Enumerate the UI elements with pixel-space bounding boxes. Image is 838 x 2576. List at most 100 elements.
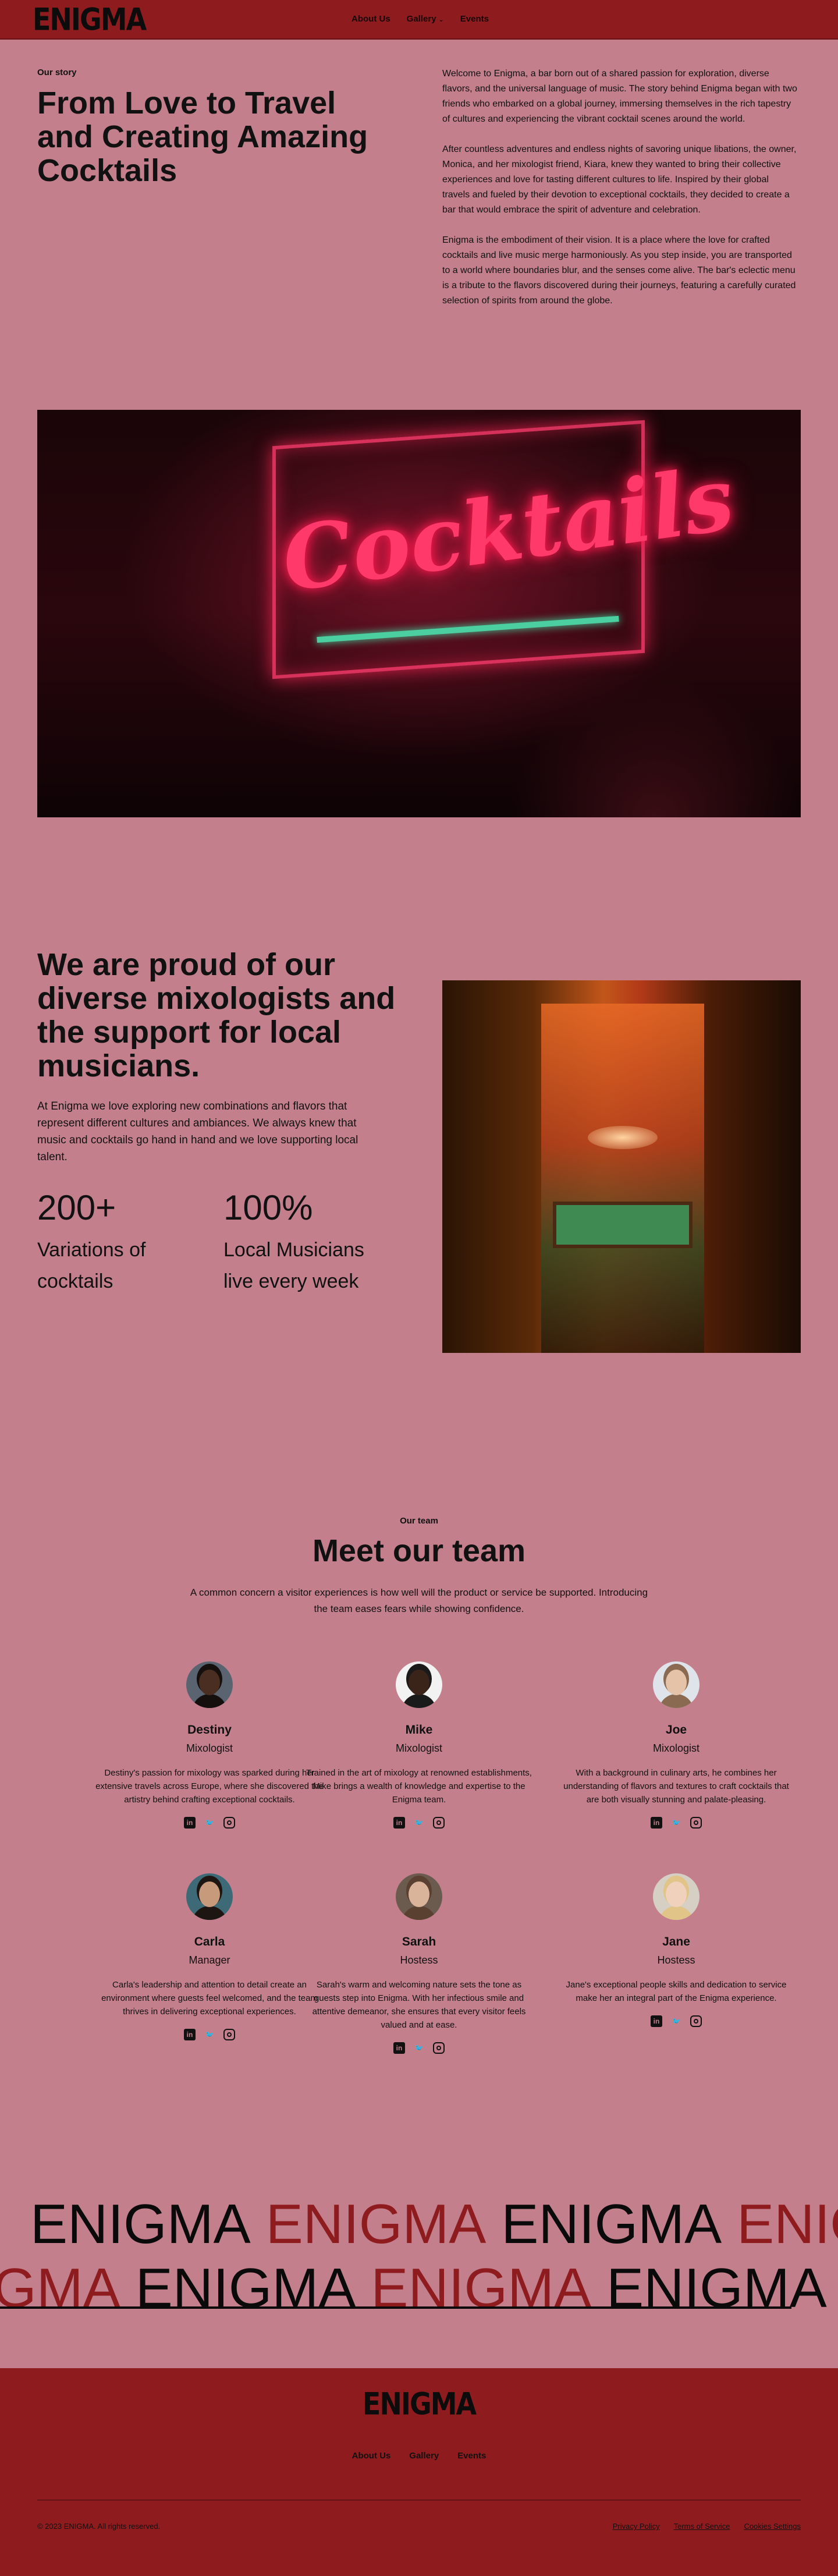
marquee-track: ENIGMAENIGMAENIGMAENIGMAENIGMAENIGMA xyxy=(30,2192,838,2256)
instagram-icon[interactable] xyxy=(690,1817,702,1829)
member-role: Mixologist xyxy=(395,1742,443,1754)
member-role: Hostess xyxy=(657,1954,695,1966)
stat-number: 100% xyxy=(223,1188,313,1227)
stat-number: 200+ xyxy=(37,1188,116,1227)
nav-link-gallery-label: Gallery xyxy=(406,14,436,24)
member-social-links: in 🐦 xyxy=(303,1817,535,1829)
stat-local-musicians: 100% Local Musicians live every week xyxy=(223,1188,398,1297)
member-role: Mixologist xyxy=(186,1742,233,1754)
team-description: A common concern a visitor experiences i… xyxy=(190,1587,648,1614)
member-role: Mixologist xyxy=(652,1742,700,1754)
avatar xyxy=(396,1873,442,1920)
proud-section-text: At Enigma we love exploring new combinat… xyxy=(37,1100,358,1163)
proud-section-title: We are proud of our diverse mixologists … xyxy=(37,947,396,1083)
twitter-icon[interactable]: 🐦 xyxy=(413,1817,425,1829)
linkedin-icon[interactable]: in xyxy=(393,2042,405,2054)
story-eyebrow: Our story xyxy=(37,68,77,77)
member-name: Mike xyxy=(405,1723,433,1737)
pool-table xyxy=(553,1202,693,1248)
avatar-bust xyxy=(402,1694,436,1708)
team-member-card: Carla Manager Carla's leadership and atten… xyxy=(93,1873,326,2040)
marquee-word: ENIGMA xyxy=(501,2193,722,2255)
avatar-face xyxy=(409,1881,429,1907)
member-bio: Carla's leadership and attention to deta… xyxy=(101,1980,318,2017)
footer-link-gallery[interactable]: Gallery xyxy=(409,2451,439,2461)
member-name: Sarah xyxy=(402,1935,436,1948)
stat-label: Local Musicians live every week xyxy=(223,1239,364,1292)
story-text: Welcome to Enigma, a bar born out of a s… xyxy=(442,66,797,324)
marquee-strike-line xyxy=(0,2306,791,2309)
avatar-face xyxy=(199,1881,220,1907)
linkedin-icon[interactable]: in xyxy=(184,2029,196,2040)
avatar-face xyxy=(666,1670,687,1695)
marquee-row-2: ENIGMAENIGMAENIGMAENIGMAENIGMAENIGMA xyxy=(0,2256,838,2320)
marquee-word: ENIGMA xyxy=(606,2257,827,2319)
linkedin-icon[interactable]: in xyxy=(393,1817,405,1829)
terms-of-service-link[interactable]: Terms of Service xyxy=(674,2522,730,2531)
linkedin-icon[interactable]: in xyxy=(651,2015,662,2027)
avatar xyxy=(186,1873,233,1920)
cookies-settings-link[interactable]: Cookies Settings xyxy=(744,2522,801,2531)
member-social-links: in 🐦 xyxy=(303,2042,535,2054)
avatar xyxy=(396,1661,442,1708)
twitter-icon[interactable]: 🐦 xyxy=(670,2015,682,2027)
member-social-links: in 🐦 xyxy=(560,1817,793,1829)
twitter-icon[interactable]: 🐦 xyxy=(670,1817,682,1829)
linkedin-icon[interactable]: in xyxy=(651,1817,662,1829)
stat-label: Variations of cocktails xyxy=(37,1239,146,1292)
member-bio: Destiny's passion for mixology was spark… xyxy=(95,1768,324,1805)
story-paragraph: Enigma is the embodiment of their vision… xyxy=(442,235,796,306)
member-name: Carla xyxy=(194,1935,225,1948)
privacy-policy-link[interactable]: Privacy Policy xyxy=(613,2522,660,2531)
member-bio: With a background in culinary arts, he c… xyxy=(563,1768,789,1805)
marquee-row-1: ENIGMAENIGMAENIGMAENIGMAENIGMAENIGMA xyxy=(0,2192,838,2256)
twitter-icon[interactable]: 🐦 xyxy=(204,2029,215,2040)
avatar-face xyxy=(666,1881,687,1907)
member-role: Hostess xyxy=(400,1954,438,1966)
avatar xyxy=(186,1661,233,1708)
instagram-icon[interactable] xyxy=(690,2015,702,2027)
top-navigation: ENIGMA About Us Gallery ⌄ Events xyxy=(0,0,838,40)
pendant-light xyxy=(588,1126,658,1149)
avatar-face xyxy=(409,1670,429,1695)
instagram-icon[interactable] xyxy=(223,1817,235,1829)
bar-corridor xyxy=(541,1004,704,1353)
marquee-track: ENIGMAENIGMAENIGMAENIGMAENIGMAENIGMA xyxy=(0,2256,838,2320)
team-member-card: Sarah Hostess Sarah's warm and welcoming n… xyxy=(303,1873,535,2054)
avatar xyxy=(653,1661,699,1708)
instagram-icon[interactable] xyxy=(433,1817,445,1829)
footer-link-about-us[interactable]: About Us xyxy=(352,2451,391,2461)
nav-link-gallery[interactable]: Gallery ⌄ xyxy=(407,14,444,24)
instagram-icon[interactable] xyxy=(433,2042,445,2054)
nav-link-events[interactable]: Events xyxy=(460,14,489,24)
instagram-icon[interactable] xyxy=(223,2029,235,2040)
chevron-down-icon: ⌄ xyxy=(438,16,444,23)
member-social-links: in 🐦 xyxy=(560,2015,793,2027)
marquee-word: ENIGMA xyxy=(265,2193,487,2255)
avatar-bust xyxy=(659,1694,694,1708)
stat-cocktail-variations: 200+ Variations of cocktails xyxy=(37,1188,212,1297)
member-social-links: in 🐦 xyxy=(93,2029,326,2040)
avatar-face xyxy=(199,1670,220,1695)
marquee-word: ENIGMA xyxy=(0,2257,120,2319)
team-eyebrow: Our team xyxy=(400,1516,438,1526)
story-paragraph: Welcome to Enigma, a bar born out of a s… xyxy=(442,69,797,124)
member-social-links: in 🐦 xyxy=(93,1817,326,1829)
avatar-bust xyxy=(192,1906,227,1920)
nav-links: About Us Gallery ⌄ Events xyxy=(351,14,489,24)
team-member-card: Joe Mixologist With a background in culina… xyxy=(560,1661,793,1829)
linkedin-icon[interactable]: in xyxy=(184,1817,196,1829)
member-name: Destiny xyxy=(187,1723,232,1737)
marquee-word: ENIGMA xyxy=(30,2193,251,2255)
team-member-card: Mike Mixologist Trained in the art of mixo… xyxy=(303,1661,535,1829)
footer-logo[interactable]: ENIGMA xyxy=(0,2389,838,2419)
twitter-icon[interactable]: 🐦 xyxy=(204,1817,215,1829)
footer-link-events[interactable]: Events xyxy=(457,2451,486,2461)
legal-links: Privacy Policy Terms of Service Cookies … xyxy=(613,2522,801,2531)
twitter-icon[interactable]: 🐦 xyxy=(413,2042,425,2054)
avatar-bust xyxy=(659,1906,694,1920)
nav-link-about-us[interactable]: About Us xyxy=(351,14,390,24)
team-member-card: Jane Hostess Jane's exceptional people ski… xyxy=(560,1873,793,2027)
brand-logo[interactable]: ENIGMA xyxy=(33,4,147,35)
team-member-card: Destiny Mixologist Destiny's passion for m… xyxy=(93,1661,326,1829)
